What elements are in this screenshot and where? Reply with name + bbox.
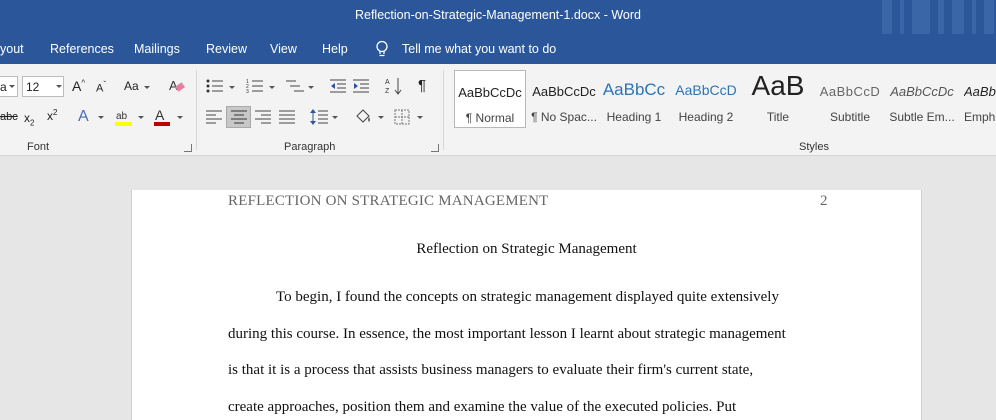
- svg-text:A: A: [385, 79, 390, 86]
- style-subtitle[interactable]: AaBbCcD Subtitle: [814, 70, 886, 128]
- style-label: Subtle Em...: [889, 110, 955, 124]
- line-spacing-dropdown-icon[interactable]: [332, 116, 338, 119]
- style-no-spacing[interactable]: AaBbCcDc ¶ No Spac...: [528, 70, 600, 128]
- style-label: Title: [766, 110, 790, 124]
- style-preview: AaBbCc: [602, 80, 666, 99]
- font-name-dropdown-icon[interactable]: [9, 85, 15, 88]
- body-line: create approaches, position them and exa…: [228, 399, 737, 415]
- style-title[interactable]: AaB Title: [742, 70, 814, 128]
- style-label: ¶ No Spac...: [531, 110, 597, 124]
- text-effects-dropdown-icon[interactable]: [98, 116, 104, 119]
- tab-review[interactable]: Review: [206, 42, 247, 56]
- title-bar: Reflection-on-Strategic-Management-1.doc…: [0, 0, 996, 34]
- style-heading-2[interactable]: AaBbCcD Heading 2: [670, 70, 742, 128]
- style-preview: AaBb: [964, 84, 996, 99]
- show-formatting-marks-icon[interactable]: ¶: [418, 77, 426, 94]
- superscript-icon[interactable]: x2: [47, 108, 57, 123]
- shrink-font-icon[interactable]: Aˇ: [96, 80, 106, 95]
- group-divider: [443, 70, 444, 150]
- change-case-button[interactable]: Aa: [124, 79, 139, 93]
- style-label: Heading 1: [606, 110, 662, 124]
- font-size-box[interactable]: 12: [22, 76, 64, 97]
- document-title: Reflection on Strategic Management: [416, 241, 637, 257]
- shading-dropdown-icon[interactable]: [378, 116, 384, 119]
- svg-text:Z: Z: [385, 88, 390, 95]
- font-name-value: a: [0, 80, 7, 94]
- numbering-dropdown-icon[interactable]: [269, 86, 275, 89]
- tab-view[interactable]: View: [270, 42, 297, 56]
- group-divider: [196, 70, 197, 150]
- grow-font-icon[interactable]: A^: [72, 78, 85, 94]
- highlight-dropdown-icon[interactable]: [138, 116, 144, 119]
- align-left-icon[interactable]: [206, 110, 222, 124]
- borders-dropdown-icon[interactable]: [417, 116, 423, 119]
- style-preview: AaBbCcD: [675, 82, 737, 98]
- borders-icon[interactable]: [394, 109, 410, 125]
- clear-formatting-icon[interactable]: A: [168, 78, 186, 94]
- highlight-color-icon[interactable]: ab: [114, 108, 134, 128]
- font-group-label: Font: [27, 141, 50, 153]
- font-color-dropdown-icon[interactable]: [177, 116, 183, 119]
- change-case-dropdown-icon[interactable]: [144, 86, 150, 89]
- align-center-icon: [231, 110, 247, 124]
- document-page[interactable]: REFLECTION ON STRATEGIC MANAGEMENT 2 Ref…: [131, 190, 922, 420]
- style-preview: AaBbCcD: [819, 84, 881, 99]
- bullets-icon[interactable]: [206, 78, 224, 94]
- styles-group-label: Styles: [799, 141, 829, 153]
- ribbon: a 12 A^ Aˇ Aa A abc x2 x2 A ab A Font 1 …: [0, 64, 996, 156]
- font-size-dropdown-icon: [56, 85, 62, 88]
- tab-help[interactable]: Help: [322, 42, 348, 56]
- title-bar-pattern: [876, 0, 996, 34]
- paragraph-dialog-launcher-icon[interactable]: [431, 144, 439, 152]
- running-header: REFLECTION ON STRATEGIC MANAGEMENT: [228, 193, 549, 209]
- style-preview: AaB: [751, 70, 805, 101]
- style-preview: AaBbCcDc: [532, 84, 596, 99]
- font-dialog-launcher-icon[interactable]: [184, 144, 192, 152]
- strikethrough-icon[interactable]: abc: [0, 111, 18, 123]
- style-label: Emph: [964, 110, 996, 124]
- text-effects-icon[interactable]: A: [78, 108, 89, 126]
- style-label: ¶ Normal: [465, 111, 515, 125]
- tell-me-search[interactable]: Tell me what you want to do: [402, 42, 556, 56]
- align-right-icon[interactable]: [255, 110, 271, 124]
- font-size-value: 12: [26, 80, 40, 94]
- style-preview: AaBbCcDc: [458, 85, 522, 100]
- svg-text:3: 3: [246, 89, 249, 94]
- body-line: during this course. In essence, the most…: [228, 326, 786, 342]
- bullets-dropdown-icon[interactable]: [229, 86, 235, 89]
- decrease-indent-icon[interactable]: [330, 78, 346, 94]
- tab-mailings[interactable]: Mailings: [134, 42, 180, 56]
- align-center-button[interactable]: [226, 106, 251, 128]
- style-normal[interactable]: AaBbCcDc ¶ Normal: [454, 70, 526, 128]
- svg-text:A: A: [155, 108, 165, 123]
- style-heading-1[interactable]: AaBbCc Heading 1: [598, 70, 670, 128]
- tab-layout[interactable]: yout: [0, 42, 24, 56]
- svg-text:A: A: [169, 78, 178, 93]
- sort-icon[interactable]: AZ: [385, 76, 403, 96]
- shading-icon[interactable]: [354, 108, 374, 126]
- increase-indent-icon[interactable]: [353, 78, 369, 94]
- justify-icon[interactable]: [279, 110, 295, 124]
- style-subtle-emphasis[interactable]: AaBbCcDc Subtle Em...: [886, 70, 958, 128]
- page-number: 2: [820, 193, 828, 209]
- svg-text:ab: ab: [116, 111, 128, 122]
- ribbon-tabs: yout References Mailings Review View Hel…: [0, 34, 996, 64]
- font-color-icon[interactable]: A: [153, 108, 171, 128]
- body-line: is that it is a process that assists bus…: [228, 362, 754, 378]
- style-label: Subtitle: [829, 110, 871, 124]
- tab-references[interactable]: References: [50, 42, 114, 56]
- multilevel-list-icon[interactable]: [286, 78, 304, 94]
- body-line: To begin, I found the concepts on strate…: [276, 289, 779, 305]
- subscript-icon[interactable]: x2: [24, 111, 34, 127]
- style-emphasis[interactable]: AaBb Emph: [960, 70, 996, 128]
- style-preview: AaBbCcDc: [890, 84, 954, 99]
- line-spacing-icon[interactable]: [310, 108, 328, 126]
- style-label: Heading 2: [678, 110, 734, 124]
- lightbulb-icon[interactable]: [375, 40, 389, 58]
- numbering-icon[interactable]: 1 2 3: [246, 78, 264, 94]
- multilevel-dropdown-icon[interactable]: [308, 86, 314, 89]
- window-title: Reflection-on-Strategic-Management-1.doc…: [354, 8, 641, 22]
- paragraph-group-label: Paragraph: [284, 141, 336, 153]
